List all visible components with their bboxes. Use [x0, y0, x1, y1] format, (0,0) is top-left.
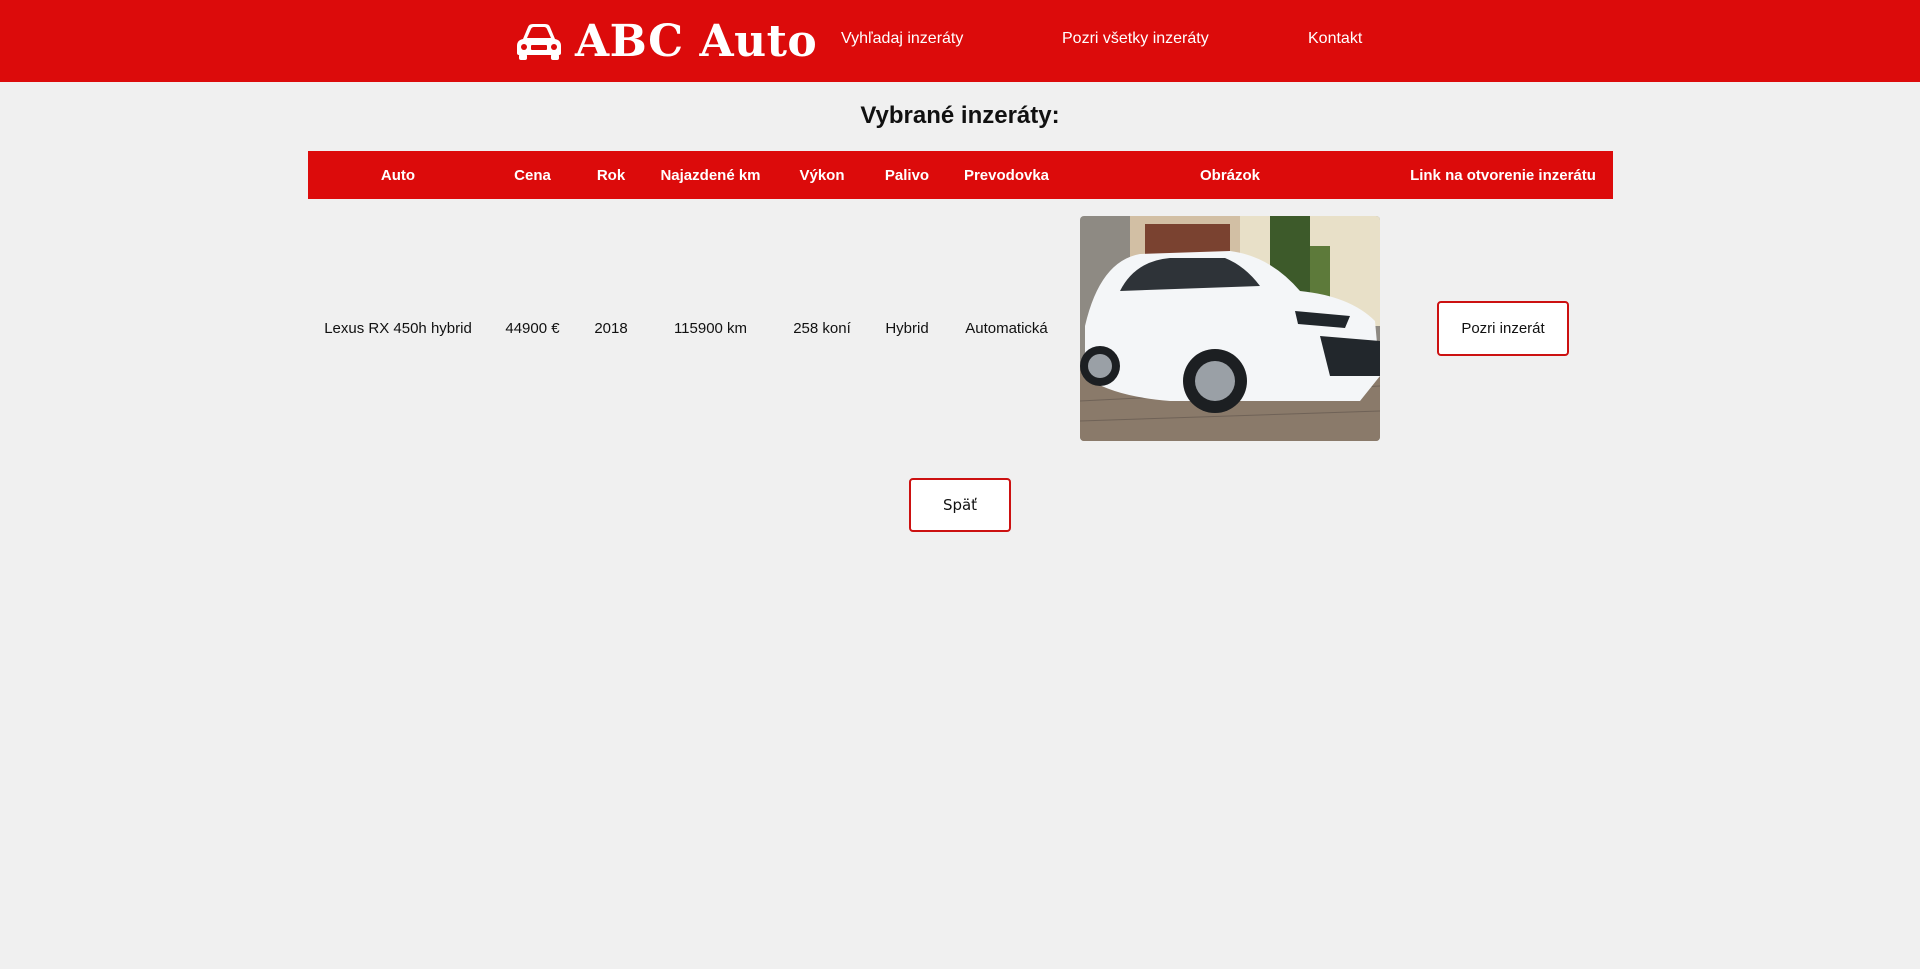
cell-price: 44900 €	[505, 319, 560, 337]
column-header-link: Link na otvorenie inzerátu	[1393, 151, 1613, 199]
brand-logo[interactable]: ABC Auto	[515, 8, 817, 74]
column-header-fuel: Palivo	[868, 151, 946, 199]
column-header-auto: Auto	[308, 151, 488, 199]
page-title: Vybrané inzeráty:	[860, 102, 1060, 129]
column-header-year: Rok	[577, 151, 645, 199]
column-header-power: Výkon	[776, 151, 868, 199]
table-header-row: Auto Cena Rok Najazdené km Výkon Palivo …	[308, 151, 1613, 199]
nav-contact[interactable]: Kontakt	[1308, 30, 1362, 48]
cell-mileage: 115900 km	[673, 319, 748, 337]
column-header-price: Cena	[488, 151, 577, 199]
column-header-transmission: Prevodovka	[946, 151, 1067, 199]
back-button[interactable]: Späť	[909, 478, 1011, 532]
nav-search-listings[interactable]: Vyhľadaj inzeráty	[841, 30, 963, 48]
cell-transmission: Automatická	[965, 319, 1048, 337]
cell-link: Pozri inzerát	[1393, 199, 1613, 457]
top-navbar: ABC Auto Vyhľadaj inzeráty Pozri všetky …	[0, 0, 1920, 82]
table-row: Lexus RX 450h hybrid 44900 € 2018 115900…	[308, 199, 1613, 457]
view-listing-button[interactable]: Pozri inzerát	[1437, 300, 1569, 356]
nav-all-listings[interactable]: Pozri všetky inzeráty	[1062, 30, 1209, 48]
cell-fuel: Hybrid	[885, 319, 929, 337]
cell-image	[1067, 199, 1393, 457]
column-header-mileage: Najazdené km	[645, 151, 776, 199]
cell-year: 2018	[594, 319, 628, 337]
column-header-image: Obrázok	[1067, 151, 1393, 199]
cell-auto: Lexus RX 450h hybrid	[324, 319, 472, 337]
car-icon	[515, 21, 563, 61]
listings-table: Auto Cena Rok Najazdené km Výkon Palivo …	[308, 151, 1613, 457]
cell-power: 258 koní	[793, 319, 851, 337]
brand-title: ABC Auto	[575, 15, 818, 67]
car-photo	[1080, 215, 1380, 441]
